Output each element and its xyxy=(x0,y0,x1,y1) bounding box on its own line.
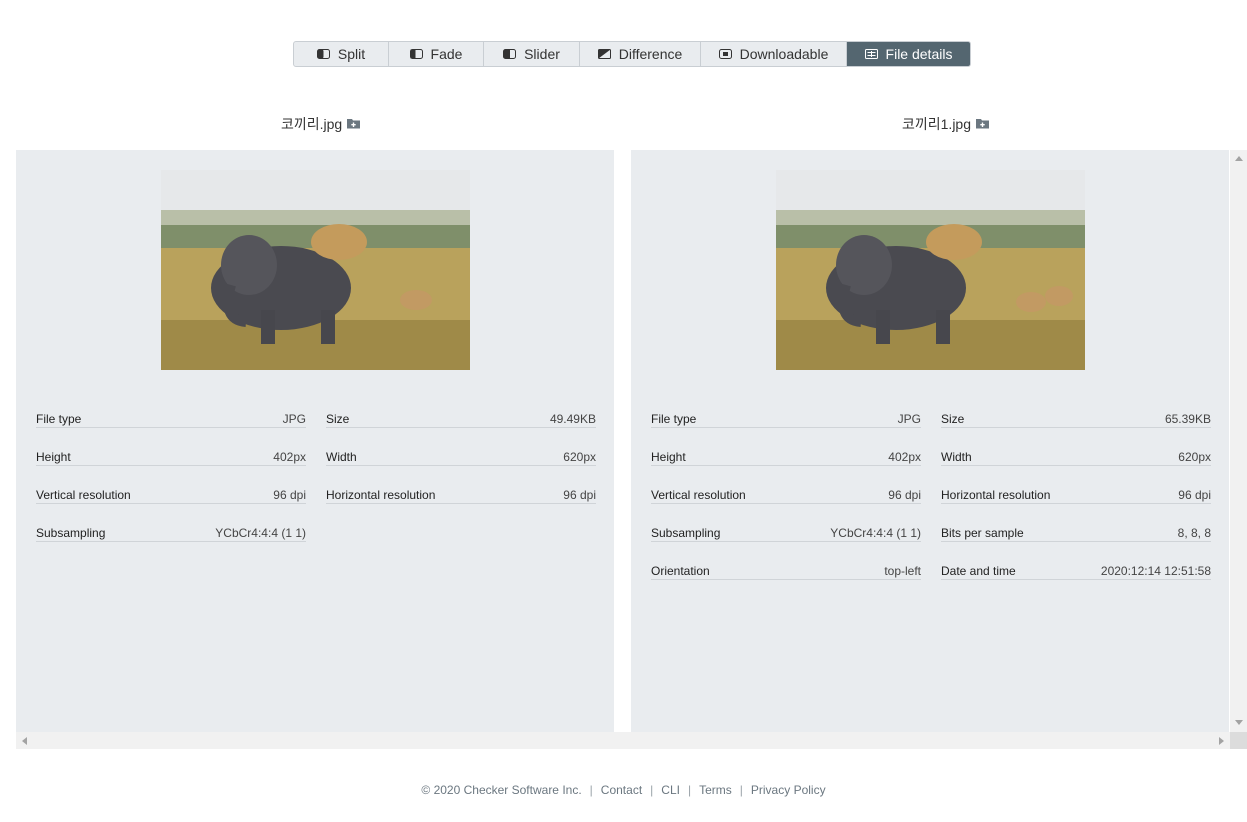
fade-icon xyxy=(409,49,423,59)
left-file-title: 코끼리.jpg xyxy=(281,114,361,134)
tab-split[interactable]: Split xyxy=(294,42,389,66)
left-image-thumbnail xyxy=(161,170,470,370)
split-icon xyxy=(316,49,330,59)
right-detail-orientation: Orientation top-left xyxy=(651,560,921,580)
right-detail-size: Size 65.39KB xyxy=(941,408,1211,428)
tab-downloadable[interactable]: Downloadable xyxy=(701,42,847,66)
footer-copyright: © 2020 Checker Software Inc. xyxy=(421,783,582,797)
vertical-scrollbar[interactable] xyxy=(1230,150,1247,732)
left-details-pane: File type JPG Size 49.49KB Height 402px Wid… xyxy=(16,150,614,732)
tab-fade-label: Fade xyxy=(430,46,463,62)
left-detail-subsampling: Subsampling YCbCr4:4:4 (1 1) xyxy=(36,522,306,542)
scroll-up-arrow-icon[interactable] xyxy=(1235,156,1243,161)
tab-difference-label: Difference xyxy=(618,46,683,62)
footer-link-terms[interactable]: Terms xyxy=(699,783,732,797)
right-detail-subsampling: Subsampling YCbCr4:4:4 (1 1) xyxy=(651,522,921,542)
right-detail-vertical-resolution: Vertical resolution 96 dpi xyxy=(651,484,921,504)
footer-link-cli[interactable]: CLI xyxy=(661,783,680,797)
tab-slider-label: Slider xyxy=(524,46,560,62)
right-image-thumbnail xyxy=(776,170,1085,370)
tab-file-details-label: File details xyxy=(885,46,953,62)
right-detail-width: Width 620px xyxy=(941,446,1211,466)
tab-difference[interactable]: Difference xyxy=(580,42,701,66)
left-detail-height: Height 402px xyxy=(36,446,306,466)
right-detail-height: Height 402px xyxy=(651,446,921,466)
left-detail-size: Size 49.49KB xyxy=(326,408,596,428)
footer: © 2020 Checker Software Inc. | Contact | CLI… xyxy=(0,783,1247,797)
scrollbar-corner xyxy=(1230,732,1247,749)
left-detail-file-type: File type JPG xyxy=(36,408,306,428)
tab-downloadable-label: Downloadable xyxy=(739,46,829,62)
left-detail-horizontal-resolution: Horizontal resolution 96 dpi xyxy=(326,484,596,504)
scroll-right-arrow-icon[interactable] xyxy=(1219,737,1224,745)
footer-separator: | xyxy=(650,783,654,797)
tab-file-details[interactable]: File details xyxy=(847,42,970,66)
footer-separator: | xyxy=(589,783,593,797)
left-filename: 코끼리.jpg xyxy=(281,116,343,132)
difference-icon xyxy=(597,49,611,59)
downloadable-icon xyxy=(718,49,732,59)
right-detail-date-time: Date and time 2020:12:14 12:51:58 xyxy=(941,560,1211,580)
tab-fade[interactable]: Fade xyxy=(389,42,484,66)
footer-link-privacy-policy[interactable]: Privacy Policy xyxy=(751,783,826,797)
right-detail-horizontal-resolution: Horizontal resolution 96 dpi xyxy=(941,484,1211,504)
view-mode-toolbar: Split Fade Slider Difference Downloadabl… xyxy=(293,41,971,67)
right-detail-bits-per-sample: Bits per sample 8, 8, 8 xyxy=(941,522,1211,542)
right-folder-add-icon[interactable] xyxy=(976,116,989,132)
slider-icon xyxy=(503,49,517,59)
scroll-down-arrow-icon[interactable] xyxy=(1235,720,1243,725)
horizontal-scrollbar[interactable] xyxy=(16,732,1230,749)
left-folder-add-icon[interactable] xyxy=(347,116,361,132)
right-filename: 코끼리1.jpg xyxy=(902,116,971,132)
right-file-title: 코끼리1.jpg xyxy=(902,114,989,134)
file-details-icon xyxy=(864,49,878,59)
footer-link-contact[interactable]: Contact xyxy=(601,783,642,797)
tab-split-label: Split xyxy=(337,46,366,62)
scroll-left-arrow-icon[interactable] xyxy=(22,737,27,745)
left-detail-vertical-resolution: Vertical resolution 96 dpi xyxy=(36,484,306,504)
footer-separator: | xyxy=(687,783,692,797)
right-detail-file-type: File type JPG xyxy=(651,408,921,428)
left-detail-width: Width 620px xyxy=(326,446,596,466)
footer-separator: | xyxy=(739,783,743,797)
right-details-pane: File type JPG Size 65.39KB Height 402px Wid… xyxy=(631,150,1229,732)
tab-slider[interactable]: Slider xyxy=(484,42,580,66)
